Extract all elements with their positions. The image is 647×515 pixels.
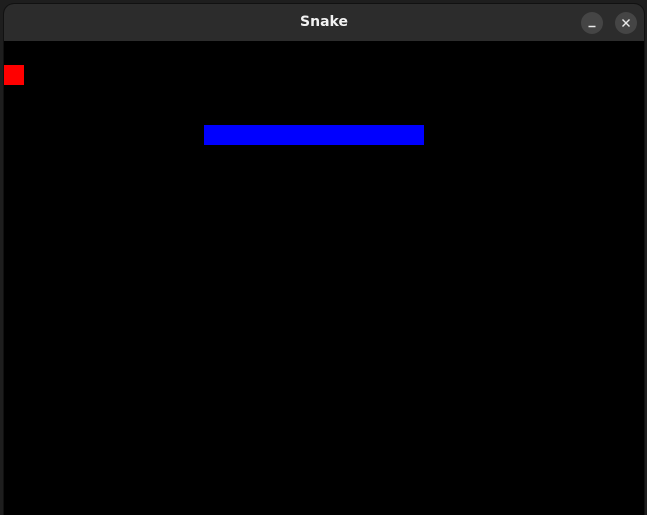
snake-segment: [344, 125, 364, 145]
snake-window: Snake: [4, 4, 644, 515]
game-canvas[interactable]: [4, 41, 644, 515]
snake-segment: [304, 125, 324, 145]
snake-segment: [384, 125, 404, 145]
desktop-background: Snake: [0, 0, 647, 515]
snake-segment: [324, 125, 344, 145]
minimize-icon: [588, 25, 596, 28]
window-title: Snake: [300, 14, 348, 30]
snake-segment: [364, 125, 384, 145]
snake-segment: [404, 125, 424, 145]
snake-segment: [284, 125, 304, 145]
close-button[interactable]: [615, 12, 637, 34]
snake-segment: [244, 125, 264, 145]
title-bar[interactable]: Snake: [4, 4, 644, 42]
food-cell: [4, 65, 24, 85]
close-icon: [622, 19, 630, 27]
minimize-button[interactable]: [581, 12, 603, 34]
snake-segment: [264, 125, 284, 145]
snake-segment: [204, 125, 224, 145]
snake-segment: [224, 125, 244, 145]
